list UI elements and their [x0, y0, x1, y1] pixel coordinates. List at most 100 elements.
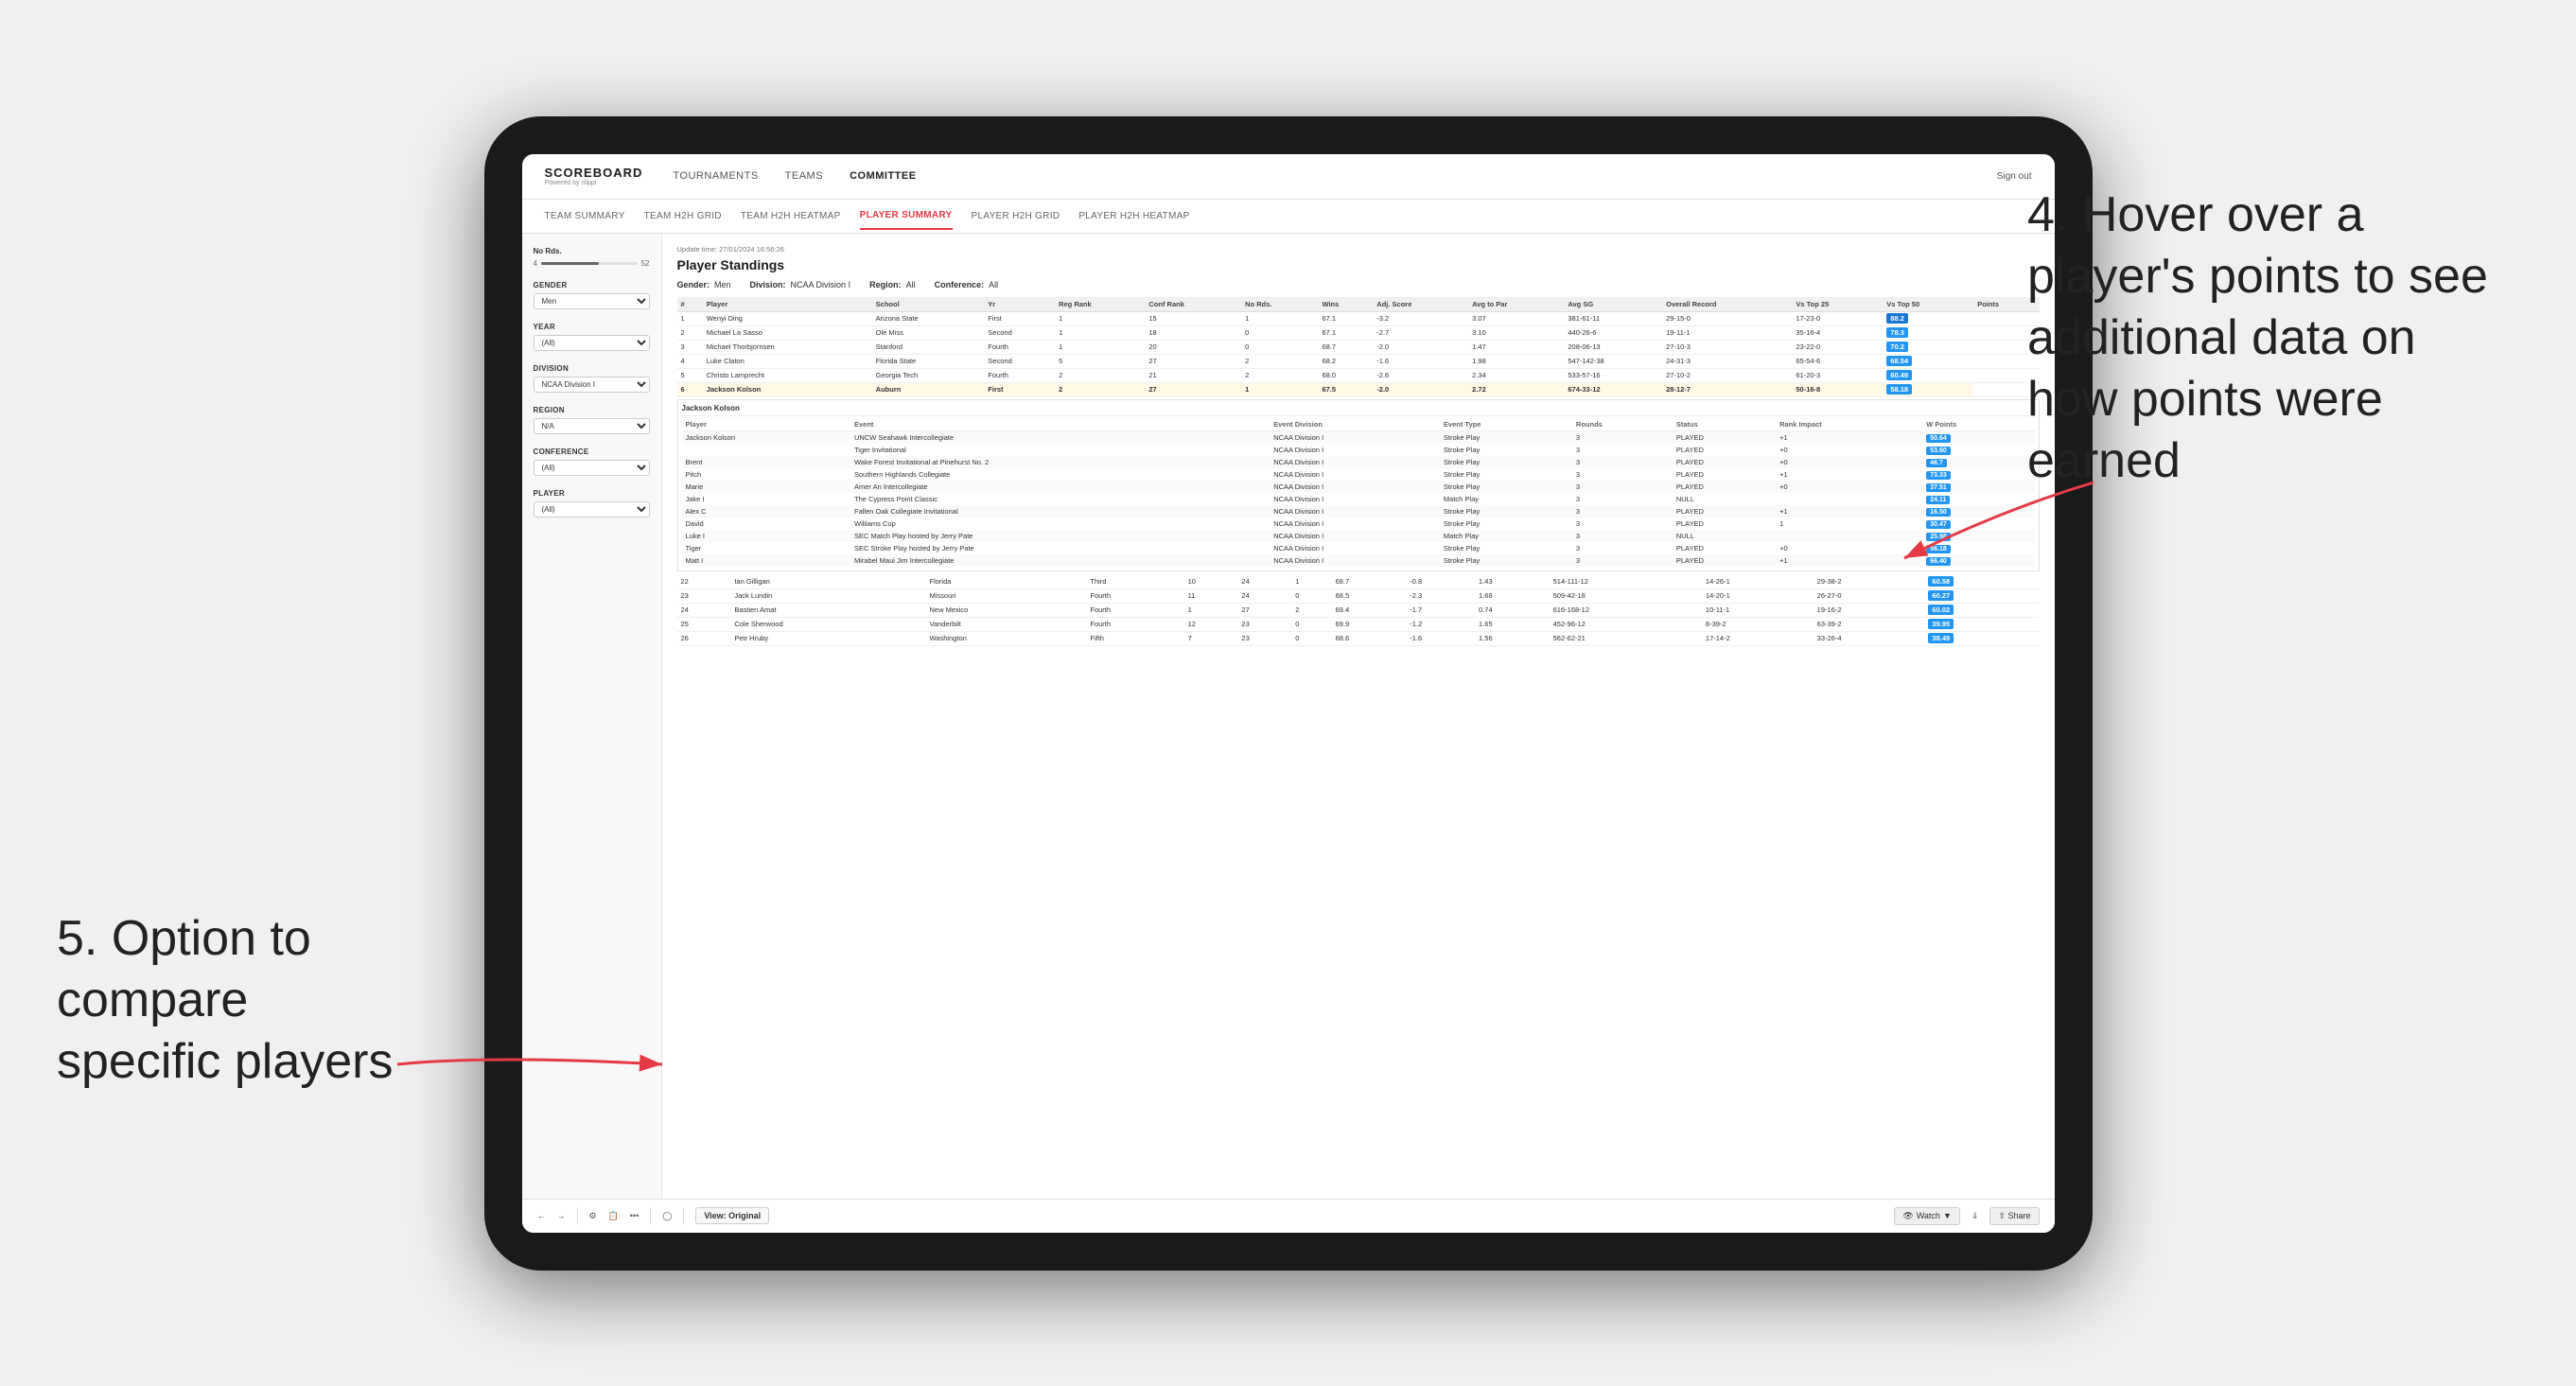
- player-filter: Player (All): [534, 489, 650, 518]
- nav-tournaments[interactable]: TOURNAMENTS: [673, 167, 758, 185]
- region-label: Region: [534, 406, 650, 414]
- undo-button[interactable]: ←: [537, 1211, 546, 1220]
- sub-nav-team-summary[interactable]: TEAM SUMMARY: [545, 203, 625, 229]
- filter-pair-conference: Conference: All: [935, 280, 999, 289]
- outer-wrapper: SCOREBOARD Powered by clippi TOURNAMENTS…: [0, 0, 2576, 1386]
- copy-button[interactable]: 📋: [608, 1211, 619, 1221]
- col-no-rds: No Rds.: [1241, 297, 1318, 312]
- eye-icon: 👁: [1902, 1211, 1913, 1221]
- sub-nav-player-h2h-heatmap[interactable]: PLAYER H2H HEATMAP: [1078, 203, 1189, 229]
- logo-area: SCOREBOARD Powered by clippi: [545, 166, 643, 186]
- logo-scoreboard: SCOREBOARD: [545, 166, 643, 180]
- sub-nav-team-h2h-heatmap[interactable]: TEAM H2H HEATMAP: [741, 203, 841, 229]
- toolbar-separator-3: [683, 1207, 684, 1224]
- clock-button[interactable]: ◯: [662, 1211, 672, 1221]
- table-row: 23Jack LundinMissouriFourth1124068.5-2.3…: [677, 588, 2040, 603]
- gender-filter: Gender Men: [534, 281, 650, 309]
- slider-track[interactable]: [541, 262, 638, 265]
- list-item: PitchSouthern Highlands CollegiateNCAA D…: [682, 468, 2035, 481]
- update-time: Update time: 27/01/2024 16:56:26: [677, 245, 2040, 254]
- col-conf-rank: Conf Rank: [1145, 297, 1241, 312]
- filters-row: Gender: Men Division: NCAA Division I Re…: [677, 280, 2040, 289]
- toolbar-separator-2: [650, 1207, 651, 1224]
- table-row: 22Ian GilliganFloridaThird1024168.7-0.81…: [677, 575, 2040, 589]
- view-original-button[interactable]: View: Original: [695, 1207, 769, 1224]
- table-row: 4Luke ClatonFlorida StateSecond527268.2-…: [677, 354, 2040, 368]
- list-item: Jake IThe Cypress Point ClassicNCAA Divi…: [682, 493, 2035, 505]
- region-select[interactable]: N/A: [534, 418, 650, 434]
- sub-nav-player-h2h-grid[interactable]: PLAYER H2H GRID: [972, 203, 1060, 229]
- division-select[interactable]: NCAA Division I: [534, 377, 650, 393]
- list-item: BrentWake Forest Invitational at Pinehur…: [682, 456, 2035, 468]
- player-select[interactable]: (All): [534, 501, 650, 518]
- sign-out-button[interactable]: Sign out: [1997, 171, 2032, 182]
- filter-pair-region: Region: All: [869, 280, 916, 289]
- table-row: 1Wenyi DingArizona StateFirst115167.1-3.…: [677, 311, 2040, 325]
- gender-select[interactable]: Men: [534, 293, 650, 309]
- download-button[interactable]: ⇓: [1971, 1211, 1979, 1221]
- popup-table: Player Event Event Division Event Type R…: [682, 418, 2035, 567]
- popup-player-name: Jackson Kolson: [682, 404, 740, 412]
- col-vs-top25: Vs Top 25: [1792, 297, 1883, 312]
- list-item: Matt IMirabel Maui Jim IntercollegiateNC…: [682, 554, 2035, 567]
- lower-table-body: 22Ian GilliganFloridaThird1024168.7-0.81…: [677, 575, 2040, 646]
- sub-nav-player-summary[interactable]: PLAYER SUMMARY: [860, 202, 953, 230]
- lower-standings-table: 22Ian GilliganFloridaThird1024168.7-0.81…: [677, 575, 2040, 646]
- col-school: School: [872, 297, 985, 312]
- sub-nav: TEAM SUMMARY TEAM H2H GRID TEAM H2H HEAT…: [522, 200, 2055, 234]
- popup-header: Jackson Kolson: [682, 404, 2035, 416]
- sub-nav-team-h2h-grid[interactable]: TEAM H2H GRID: [644, 203, 722, 229]
- conference-label: Conference: [534, 447, 650, 456]
- division-label: Division: [534, 364, 650, 373]
- settings-button[interactable]: •••: [630, 1211, 639, 1220]
- conference-select[interactable]: (All): [534, 460, 650, 476]
- standings-table-body: 1Wenyi DingArizona StateFirst115167.1-3.…: [677, 311, 2040, 396]
- top-nav: SCOREBOARD Powered by clippi TOURNAMENTS…: [522, 154, 2055, 200]
- right-panel: Update time: 27/01/2024 16:56:26 Player …: [662, 234, 2055, 1199]
- year-label: Year: [534, 323, 650, 331]
- region-filter: Region N/A: [534, 406, 650, 434]
- annotation-top-right: 4. Hover over a player's points to see a…: [2027, 184, 2519, 492]
- col-player: Player: [703, 297, 872, 312]
- section-title: Player Standings: [677, 257, 2040, 272]
- no-rds-section: No Rds. 4 52: [534, 247, 650, 268]
- chevron-down-icon: ▼: [1943, 1211, 1952, 1220]
- standings-table-header: # Player School Yr Reg Rank Conf Rank No…: [677, 297, 2040, 312]
- standings-table: # Player School Yr Reg Rank Conf Rank No…: [677, 297, 2040, 397]
- list-item: DavidWilliams CupNCAA Division IStroke P…: [682, 518, 2035, 530]
- col-adj-score: Adj. Score: [1373, 297, 1468, 312]
- col-vs-top50: Vs Top 50: [1883, 297, 1973, 312]
- popup-section: Jackson Kolson Player Event Event Divisi…: [677, 399, 2040, 571]
- list-item: Jackson KolsonUNCW Seahawk Intercollegia…: [682, 430, 2035, 444]
- year-select[interactable]: (All): [534, 335, 650, 351]
- list-item: Alex CFallen Oak Collegiate Invitational…: [682, 505, 2035, 518]
- nav-teams[interactable]: TEAMS: [785, 167, 823, 185]
- tablet-device: SCOREBOARD Powered by clippi TOURNAMENTS…: [484, 116, 2093, 1271]
- popup-table-body: Jackson KolsonUNCW Seahawk Intercollegia…: [682, 430, 2035, 567]
- no-rds-label: No Rds.: [534, 247, 650, 255]
- watch-button[interactable]: 👁 Watch ▼: [1894, 1207, 1960, 1225]
- table-row: 26Petr HrubyWashingtonFifth723068.6-1.61…: [677, 631, 2040, 645]
- redo-button[interactable]: →: [557, 1211, 566, 1220]
- toolbar-separator-1: [577, 1207, 578, 1224]
- slider-max: 52: [641, 259, 650, 268]
- filter-pair-gender: Gender: Men: [677, 280, 731, 289]
- share-icon: ⇧: [1998, 1211, 2006, 1220]
- conference-filter: Conference (All): [534, 447, 650, 476]
- slider-min: 4: [534, 259, 537, 268]
- slider-row: 4 52: [534, 259, 650, 268]
- list-item: MarieAmer An IntercollegiateNCAA Divisio…: [682, 481, 2035, 493]
- list-item: Tiger InvitationalNCAA Division IStroke …: [682, 444, 2035, 456]
- slider-fill: [541, 262, 599, 265]
- year-filter: Year (All): [534, 323, 650, 351]
- filter-button[interactable]: ⚙: [589, 1211, 597, 1221]
- table-row: 2Michael La SassoOle MissSecond118067.1-…: [677, 325, 2040, 340]
- gender-label: Gender: [534, 281, 650, 289]
- filter-pair-division: Division: NCAA Division I: [750, 280, 851, 289]
- table-row: 24Bastien AmatNew MexicoFourth127269.4-1…: [677, 603, 2040, 617]
- share-button[interactable]: ⇧ Share: [1989, 1207, 2039, 1225]
- nav-items: TOURNAMENTS TEAMS COMMITTEE: [673, 167, 1996, 185]
- col-reg-rank: Reg Rank: [1055, 297, 1145, 312]
- bottom-toolbar: ← → ⚙ 📋 ••• ◯ View: Original 👁 Watch ▼ ⇓: [522, 1199, 2055, 1233]
- nav-committee[interactable]: COMMITTEE: [850, 167, 917, 185]
